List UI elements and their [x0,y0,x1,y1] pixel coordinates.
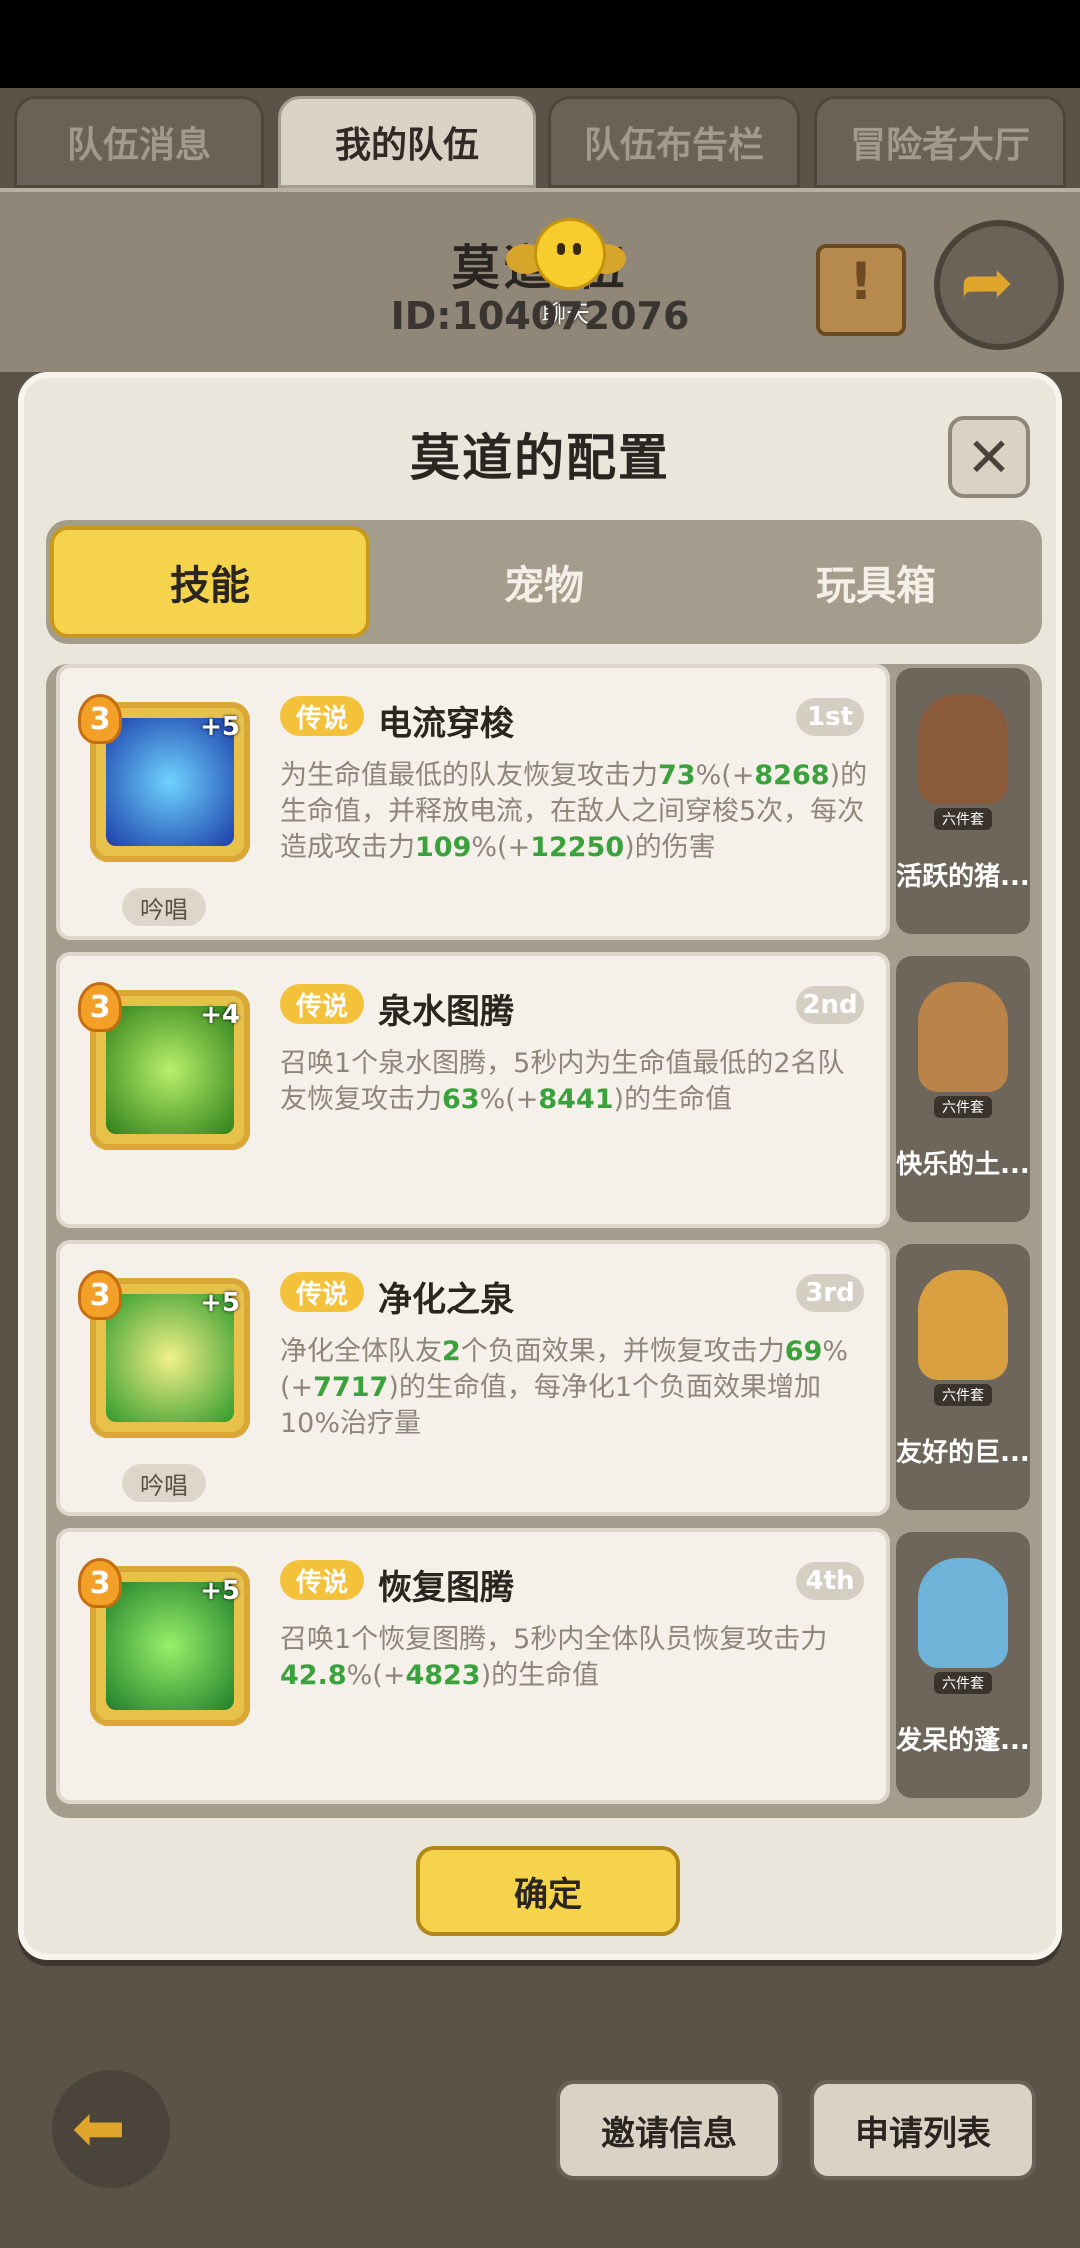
team-header: 莫道 伍 聊天 ID:104072076 ➦ [0,188,1080,372]
skill-name: 恢复图腾 [378,1568,514,1608]
rarity-badge: 传说 [280,1560,364,1600]
notice-scroll-icon[interactable] [816,244,906,336]
fluffy-pet-icon [918,1558,1008,1668]
rank-badge: 3 [78,694,122,744]
mole-pet-icon [918,982,1008,1092]
apply-list-button[interactable]: 申请列表 [810,2080,1036,2180]
rarity-badge: 传说 [280,984,364,1024]
exit-arrow-icon: ➦ [960,246,1014,320]
rarity-badge: 传说 [280,1272,364,1312]
skill-card[interactable]: +5 3 吟唱 传说 净化之泉 3rd 净化全体队友2个负面效果，并恢复攻击力6… [56,1240,890,1516]
skill-order: 1st [796,698,864,736]
skill-order: 3rd [796,1274,864,1312]
tab-skills[interactable]: 技能 [50,526,370,638]
skill-list: +5 3 吟唱 传说 电流穿梭 1st 为生命值最低的队友恢复攻击力73%(+8… [46,664,1042,1818]
skill-card[interactable]: +4 3 传说 泉水图腾 2nd 召唤1个泉水图腾，5秒内为生命值最低的2名队友… [56,952,890,1228]
top-tab-bar: 队伍消息 我的队伍 队伍布告栏 冒险者大厅 [14,96,1066,188]
skill-description: 召唤1个泉水图腾，5秒内为生命值最低的2名队友恢复攻击力63%(+8441)的生… [280,1048,845,1115]
exit-team-button[interactable]: ➦ [934,220,1064,350]
config-modal: 莫道的配置 ✕ 技能 宠物 玩具箱 +5 3 吟唱 传说 电流穿梭 1st 为生… [18,372,1062,1960]
tab-team-messages[interactable]: 队伍消息 [14,96,264,188]
skill-description: 召唤1个恢复图腾，5秒内全体队员恢复攻击力42.8%(+4823)的生命值 [280,1624,828,1691]
back-button[interactable]: ⬅ [52,2070,170,2188]
skill-description: 净化全体队友2个负面效果，并恢复攻击力69%(+7717)的生命值，每净化1个负… [280,1336,849,1439]
tab-toy-box[interactable]: 玩具箱 [710,520,1042,644]
invite-info-button[interactable]: 邀请信息 [556,2080,782,2180]
modal-title: 莫道的配置 [410,429,670,487]
skill-order: 4th [796,1562,864,1600]
chant-tag: 吟唱 [122,888,206,926]
boar-pet-icon [918,694,1008,804]
pet-card[interactable]: 六件套 友好的巨... [896,1244,1030,1510]
tab-my-team[interactable]: 我的队伍 [278,96,536,188]
chat-icon [534,218,606,290]
pet-card[interactable]: 六件套 活跃的猪... [896,668,1030,934]
chant-tag: 吟唱 [122,1464,206,1502]
pet-card[interactable]: 六件套 快乐的土... [896,956,1030,1222]
skill-name: 泉水图腾 [378,992,514,1032]
rarity-badge: 传说 [280,696,364,736]
config-tab-bar: 技能 宠物 玩具箱 [46,520,1042,644]
skill-name: 电流穿梭 [378,704,514,744]
rank-badge: 3 [78,1558,122,1608]
close-button[interactable]: ✕ [948,416,1030,498]
tab-team-board[interactable]: 队伍布告栏 [548,96,800,188]
skill-order: 2nd [796,986,864,1024]
back-arrow-icon: ⬅ [72,2092,126,2166]
rank-badge: 3 [78,1270,122,1320]
pet-card[interactable]: 六件套 发呆的蓬... [896,1532,1030,1798]
skill-card[interactable]: +5 3 吟唱 传说 电流穿梭 1st 为生命值最低的队友恢复攻击力73%(+8… [56,664,890,940]
skill-card[interactable]: +5 3 传说 恢复图腾 4th 召唤1个恢复图腾，5秒内全体队员恢复攻击力42… [56,1528,890,1804]
status-bar [0,0,1080,88]
skill-description: 为生命值最低的队友恢复攻击力73%(+8268)的生命值，并释放电流，在敌人之间… [280,760,868,863]
confirm-button[interactable]: 确定 [416,1846,680,1936]
skill-name: 净化之泉 [378,1280,514,1320]
tab-adventurer-hall[interactable]: 冒险者大厅 [814,96,1066,188]
tab-pets[interactable]: 宠物 [378,520,710,644]
rank-badge: 3 [78,982,122,1032]
team-id: ID:104072076 [390,294,690,338]
close-icon: ✕ [966,425,1012,489]
giant-pet-icon [918,1270,1008,1380]
